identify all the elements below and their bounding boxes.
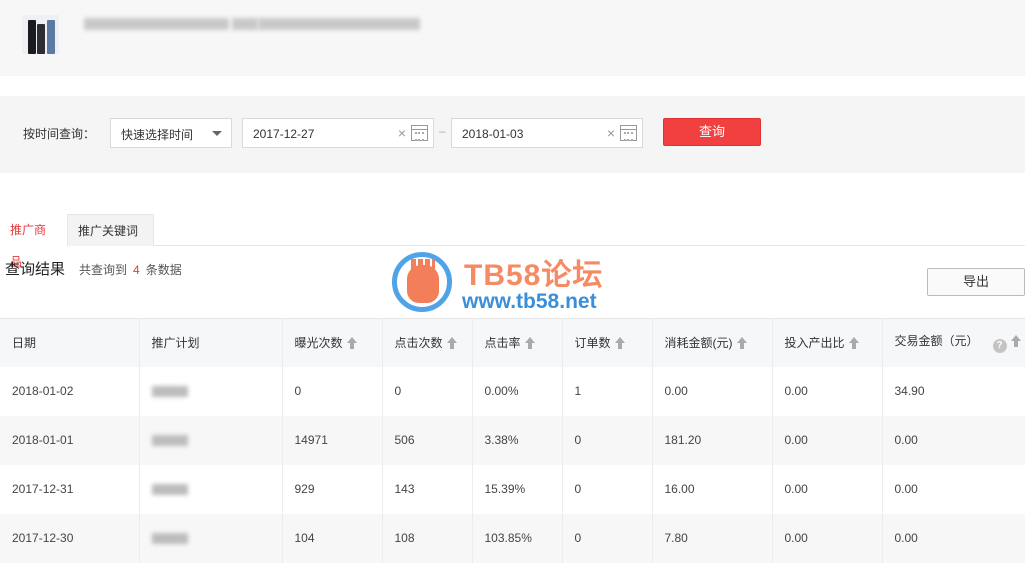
sort-up-icon[interactable]	[736, 337, 747, 350]
calendar-icon[interactable]	[411, 125, 428, 141]
quick-time-select[interactable]: 快速选择时间	[110, 118, 232, 148]
header-date: 日期	[0, 318, 140, 367]
table-cell: 0	[562, 513, 653, 563]
table-cell: 143	[382, 464, 473, 514]
table-row: 2018-01-02 0 0 0.00% 1 0.00 0.00 34.90	[0, 366, 1025, 416]
report-table: 日期 推广计划 曝光次数 点击次数 点击率 订单数 消耗金额(元) 投入产出比 …	[0, 318, 1025, 563]
sort-up-icon[interactable]	[1010, 335, 1021, 348]
clear-start-date-icon[interactable]: ×	[398, 125, 406, 141]
sort-up-icon[interactable]	[524, 337, 535, 350]
table-cell: 0	[282, 366, 383, 416]
plan-name-blurred	[151, 386, 188, 398]
watermark-url: www.tb58.net	[462, 290, 597, 313]
table-cell: 0.00	[772, 513, 883, 563]
end-date-value: 2018-01-03	[462, 127, 524, 141]
header-roi[interactable]: 投入产出比	[772, 318, 883, 367]
table-cell: 2018-01-02	[0, 366, 140, 416]
plan-name-blurred	[151, 533, 188, 545]
table-cell: 2017-12-31	[0, 464, 140, 514]
table-cell: 15.39%	[472, 464, 563, 514]
table-cell: 2017-12-30	[0, 513, 140, 563]
end-date-input[interactable]: 2018-01-03 ×	[451, 118, 643, 148]
result-tabs: 推广商品 推广关键词	[0, 214, 1025, 269]
result-count-text: 共查询到 4 条数据	[79, 261, 182, 278]
date-separator: –	[439, 124, 446, 138]
table-cell: 181.20	[652, 415, 773, 465]
table-cell	[139, 513, 283, 563]
start-date-value: 2017-12-27	[253, 127, 315, 141]
plan-name-blurred	[151, 435, 188, 447]
header-plan: 推广计划	[139, 318, 283, 367]
table-cell: 0.00	[772, 366, 883, 416]
table-row: 2017-12-30 104 108 103.85% 0 7.80 0.00 0.00	[0, 513, 1025, 563]
sort-up-icon[interactable]	[446, 337, 457, 350]
table-cell	[139, 464, 283, 514]
calendar-icon[interactable]	[620, 125, 637, 141]
header-gmv[interactable]: 交易金额（元）?	[882, 319, 1025, 367]
table-cell: 3.38%	[472, 415, 563, 465]
table-cell: 0.00	[772, 415, 883, 465]
hand-logo-icon	[392, 252, 452, 312]
table-cell: 0.00	[652, 366, 773, 416]
result-count: 4	[133, 263, 140, 277]
header-impressions[interactable]: 曝光次数	[282, 318, 383, 367]
table-cell: 103.85%	[472, 513, 563, 563]
result-title: 查询结果	[5, 261, 66, 278]
header-cost[interactable]: 消耗金额(元)	[652, 318, 773, 367]
table-cell: 0.00	[894, 531, 918, 545]
sort-up-icon[interactable]	[848, 337, 859, 350]
table-cell: 2018-01-01	[0, 415, 140, 465]
table-cell: 104	[282, 513, 383, 563]
filter-label: 按时间查询：	[23, 127, 96, 141]
watermark-logo: TB58论坛 www.tb58.net	[392, 250, 652, 320]
sort-up-icon[interactable]	[614, 337, 625, 350]
table-cell	[139, 366, 283, 416]
watermark-title: TB58论坛	[464, 259, 604, 292]
table-cell: 0.00%	[472, 366, 563, 416]
tab-promoted-products[interactable]: 推广商品	[0, 214, 68, 269]
table-cell: 929	[282, 464, 383, 514]
product-title-blurred	[84, 18, 229, 30]
table-cell: 0.00	[894, 433, 918, 447]
result-suffix: 条数据	[145, 263, 182, 277]
export-button[interactable]: 导出	[927, 268, 1025, 296]
table-cell: 506	[382, 415, 473, 465]
quick-time-select-value: 快速选择时间	[121, 128, 194, 142]
header-orders[interactable]: 订单数	[562, 318, 653, 367]
plan-name-blurred	[151, 484, 188, 496]
question-mark-icon[interactable]: ?	[992, 339, 1007, 354]
time-filter-bar: 按时间查询： 快速选择时间 2017-12-27 × – 2018-01-03 …	[0, 96, 1025, 173]
query-button[interactable]: 查询	[663, 118, 761, 146]
header-ctr[interactable]: 点击率	[472, 318, 563, 367]
table-cell: 108	[382, 513, 473, 563]
table-cell: 0.00	[894, 482, 918, 496]
clear-end-date-icon[interactable]: ×	[607, 125, 615, 141]
table-row: 2018-01-01 14971 506 3.38% 0 181.20 0.00 0.00	[0, 415, 1025, 465]
result-prefix: 共查询到	[79, 263, 128, 277]
table-cell: 7.80	[652, 513, 773, 563]
product-title-blurred-3	[258, 18, 420, 30]
sort-up-icon[interactable]	[346, 337, 357, 350]
table-row: 2017-12-31 929 143 15.39% 0 16.00 0.00 0.00	[0, 464, 1025, 514]
table-cell: 16.00	[652, 464, 773, 514]
table-cell: 0	[382, 366, 473, 416]
chevron-down-icon	[212, 131, 222, 136]
table-cell: 1	[562, 366, 653, 416]
table-header-row: 日期 推广计划 曝光次数 点击次数 点击率 订单数 消耗金额(元) 投入产出比 …	[0, 318, 1025, 367]
table-cell: 0.00	[772, 464, 883, 514]
product-title-blurred-2	[232, 18, 258, 30]
tab-promoted-keywords[interactable]: 推广关键词	[68, 214, 154, 246]
table-cell	[139, 415, 283, 465]
product-thumbnail[interactable]	[22, 15, 59, 54]
header-clicks[interactable]: 点击次数	[382, 318, 473, 367]
table-cell: 14971	[282, 415, 383, 465]
table-cell: 0	[562, 464, 653, 514]
table-cell: 34.90	[894, 384, 925, 398]
product-info-bar	[0, 0, 1025, 76]
start-date-input[interactable]: 2017-12-27 ×	[242, 118, 434, 148]
table-cell: 0	[562, 415, 653, 465]
